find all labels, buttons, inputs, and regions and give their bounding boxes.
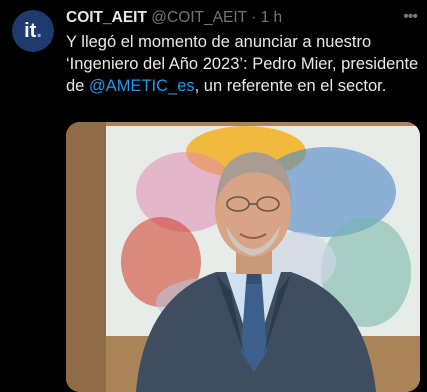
avatar-logo-text: it: [24, 19, 37, 42]
timestamp[interactable]: 1 h: [261, 9, 283, 26]
display-name[interactable]: COIT_AEIT: [66, 9, 147, 26]
separator: ·: [251, 9, 257, 26]
mention-link[interactable]: @AMETIC_es: [89, 77, 195, 95]
avatar-logo-dot: .: [36, 19, 42, 42]
tweet-text-part2: , un referente en el sector.: [194, 77, 387, 95]
handle[interactable]: @COIT_AEIT: [151, 9, 247, 26]
photo-illustration: [66, 122, 420, 392]
tweet-header: COIT_AEIT @COIT_AEIT · 1 h: [66, 8, 397, 28]
more-options-icon[interactable]: •••: [403, 8, 418, 26]
avatar[interactable]: it.: [12, 10, 54, 52]
tweet-media-photo[interactable]: [66, 122, 420, 392]
tweet-text: Y llegó el momento de anunciar a nuestro…: [66, 31, 421, 97]
